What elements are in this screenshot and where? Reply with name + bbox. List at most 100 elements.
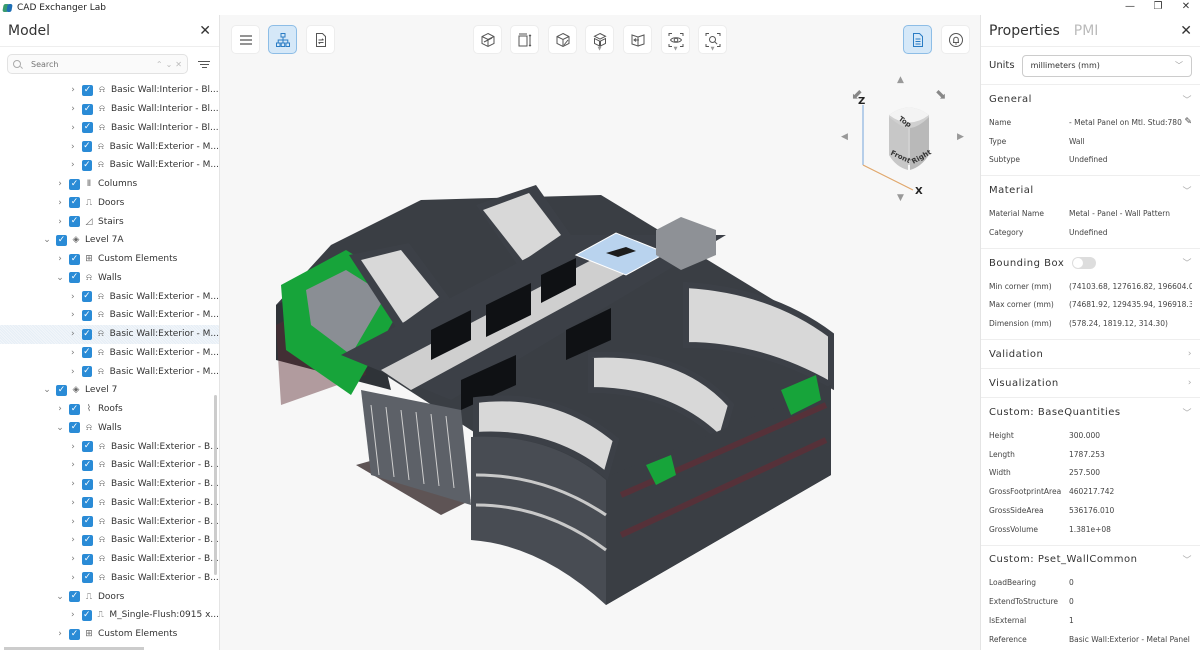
chevron-right-icon[interactable]: › — [68, 573, 78, 583]
3d-viewport[interactable]: ▼ ▼ ▼ ▲ ▼ ◀ ▶ ⬋ ⬊ Z X Top Front Right — [221, 15, 979, 650]
restore-button[interactable]: ❐ — [1144, 0, 1172, 14]
chevron-down-icon[interactable]: ⌄ — [42, 385, 52, 395]
visibility-checkbox[interactable]: ✓ — [69, 253, 80, 265]
tree-item[interactable]: ⌄ ✓ ◈ Level 7 — [0, 381, 219, 400]
chevron-down-icon[interactable]: ﹀ — [1182, 256, 1192, 269]
tree-item[interactable]: ⌄ ✓ ⍾ Walls — [0, 419, 219, 438]
chevron-down-icon[interactable]: ⌄ — [42, 235, 52, 245]
tree-item[interactable]: › ✓ ⍾ Basic Wall:Exterior - B... — [0, 512, 219, 531]
tree-item[interactable]: ⌄ ✓ ⍾ Walls — [0, 269, 219, 288]
chevron-right-icon[interactable]: › — [55, 179, 65, 189]
chevron-down-icon[interactable]: ⌄ — [55, 423, 65, 433]
search-clear-button[interactable]: ✕ — [175, 60, 182, 69]
visibility-checkbox[interactable]: ✓ — [82, 553, 93, 565]
chevron-down-icon[interactable]: ﹀ — [1182, 184, 1192, 197]
tab-properties[interactable]: Properties — [989, 23, 1060, 39]
visibility-checkbox[interactable]: ✓ — [81, 291, 93, 303]
chevron-right-icon[interactable]: › — [68, 85, 78, 95]
tree-item[interactable]: › ✓ ⍾ Basic Wall:Exterior - M... — [0, 362, 219, 381]
tree-item[interactable]: › ✓ ⍾ Basic Wall:Exterior - B... — [0, 475, 219, 494]
chevron-right-icon[interactable]: › — [68, 104, 78, 114]
section-button[interactable] — [473, 25, 502, 54]
visibility-checkbox[interactable]: ✓ — [69, 216, 80, 228]
visibility-checkbox[interactable]: ✓ — [82, 497, 93, 509]
search-prev-button[interactable]: ⌃ — [156, 60, 163, 69]
section-header[interactable]: Custom: Pset_WallCommon ﹀ — [989, 546, 1192, 574]
chevron-right-icon[interactable]: › — [68, 479, 78, 489]
chevron-right-icon[interactable]: › — [68, 610, 78, 620]
chevron-right-icon[interactable]: › — [55, 217, 65, 227]
visibility-checkbox[interactable]: ✓ — [69, 272, 80, 284]
chevron-right-icon[interactable]: › — [68, 517, 78, 527]
compare-button[interactable] — [306, 25, 335, 54]
section-header[interactable]: Bounding Box ﹀ — [989, 249, 1192, 277]
chevron-right-icon[interactable]: › — [68, 554, 78, 564]
tree-item[interactable]: › ✓ ⍾ Basic Wall:Exterior - M... — [0, 287, 219, 306]
visibility-checkbox[interactable]: ✓ — [82, 459, 93, 471]
chevron-right-icon[interactable]: › — [68, 535, 78, 545]
chevron-down-icon[interactable]: ⌄ — [55, 273, 65, 283]
chevron-right-icon[interactable]: › — [1188, 349, 1192, 359]
chevron-right-icon[interactable]: › — [68, 310, 78, 320]
chevron-right-icon[interactable]: › — [68, 160, 78, 170]
visibility-checkbox[interactable]: ✓ — [81, 366, 93, 378]
close-window-button[interactable]: ✕ — [1172, 0, 1200, 14]
bounding-box-toggle[interactable] — [1072, 256, 1097, 269]
filter-icon[interactable] — [196, 60, 212, 68]
tree-item[interactable]: › ✓ ⍾ Basic Wall:Exterior - M... — [0, 156, 219, 175]
section-header[interactable]: Custom: BaseQuantities ﹀ — [989, 398, 1192, 426]
tree-item[interactable]: › ✓ ⎍ Doors — [0, 194, 219, 213]
visibility-checkbox[interactable]: ✓ — [69, 628, 80, 640]
chevron-down-icon[interactable]: ﹀ — [1182, 93, 1192, 106]
model-tree-button[interactable] — [268, 25, 297, 54]
visibility-checkbox[interactable]: ✓ — [81, 309, 93, 321]
tree-item[interactable]: › ✓ ⍾ Basic Wall:Exterior - B... — [0, 456, 219, 475]
menu-button[interactable] — [231, 25, 260, 54]
units-select[interactable]: millimeters (mm) ﹀ — [1021, 54, 1192, 77]
section-header[interactable]: Visualization › — [989, 369, 1192, 397]
chevron-right-icon[interactable]: › — [68, 142, 78, 152]
search-input[interactable] — [31, 59, 153, 69]
tree-item[interactable]: › ✓ ⍾ Basic Wall:Exterior - B... — [0, 531, 219, 550]
section-header[interactable]: General ﹀ — [989, 85, 1192, 113]
measure-button[interactable] — [510, 25, 539, 54]
chevron-right-icon[interactable]: › — [68, 329, 78, 339]
visibility-button[interactable]: ▼ — [661, 25, 690, 54]
chevron-right-icon[interactable]: › — [68, 442, 78, 452]
properties-toggle-button[interactable] — [903, 25, 932, 54]
section-header[interactable]: Material ﹀ — [989, 176, 1192, 204]
pencil-icon[interactable]: ✎ — [1184, 117, 1192, 127]
fit-view-button[interactable]: ▼ — [698, 25, 727, 54]
tree-item[interactable]: › ✓ ⍾ Basic Wall:Exterior - M... — [0, 344, 219, 363]
chevron-down-icon[interactable]: ﹀ — [1182, 406, 1192, 419]
chevron-right-icon[interactable]: › — [68, 498, 78, 508]
visibility-checkbox[interactable]: ✓ — [81, 328, 93, 340]
visibility-checkbox[interactable]: ✓ — [56, 234, 67, 246]
projection-button[interactable] — [623, 25, 652, 54]
search-next-button[interactable]: ⌄ — [166, 60, 173, 69]
visibility-checkbox[interactable]: ✓ — [81, 609, 92, 621]
tree-item[interactable]: › ✓ ⍾ Basic Wall:Exterior - M... — [0, 306, 219, 325]
chevron-right-icon[interactable]: › — [68, 292, 78, 302]
visibility-checkbox[interactable]: ✓ — [69, 197, 80, 209]
visibility-checkbox[interactable]: ✓ — [82, 84, 93, 96]
orbit-left-arrow[interactable]: ◀ — [841, 132, 848, 142]
chevron-right-icon[interactable]: › — [55, 198, 65, 208]
chevron-right-icon[interactable]: › — [68, 460, 78, 470]
chevron-right-icon[interactable]: › — [55, 254, 65, 264]
visibility-checkbox[interactable]: ✓ — [69, 403, 80, 415]
tree-item[interactable]: › ✓ ⍾ Basic Wall:Exterior - B... — [0, 437, 219, 456]
tree-item[interactable]: › ✓ ⍾ Basic Wall:Exterior - B... — [0, 569, 219, 588]
chevron-right-icon[interactable]: › — [68, 348, 78, 358]
visibility-checkbox[interactable]: ✓ — [56, 384, 67, 396]
tab-pmi[interactable]: PMI — [1074, 23, 1099, 39]
chevron-right-icon[interactable]: › — [55, 629, 65, 639]
tree-item[interactable]: › ✓ ⍾ Basic Wall:Interior - Bl... — [0, 81, 219, 100]
visibility-checkbox[interactable]: ✓ — [81, 159, 93, 171]
tree-vertical-scrollbar[interactable] — [214, 395, 217, 575]
visibility-checkbox[interactable]: ✓ — [82, 572, 93, 584]
chevron-down-icon[interactable]: ⌄ — [55, 592, 65, 602]
tree-item[interactable]: › ✓ ⍾ Basic Wall:Interior - Bl... — [0, 100, 219, 119]
chevron-down-icon[interactable]: ﹀ — [1182, 553, 1192, 566]
tree-item[interactable]: › ✓ ⌇ Roofs — [0, 400, 219, 419]
